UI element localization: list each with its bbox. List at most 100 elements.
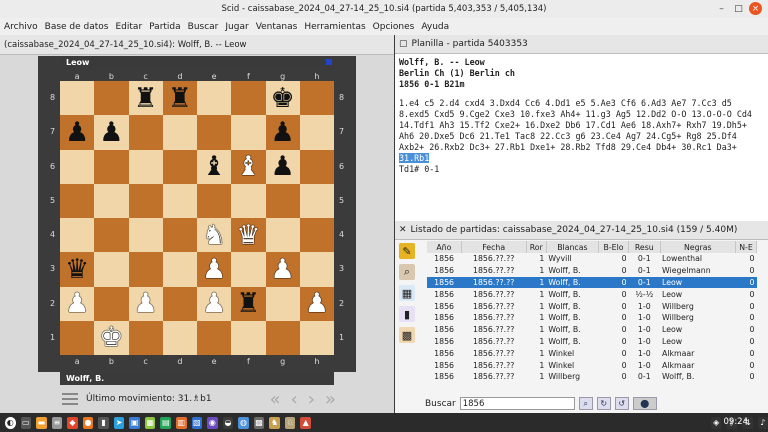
square-h7[interactable] (299, 115, 334, 150)
text-editor-icon[interactable]: ≡ (51, 416, 63, 429)
app-icon-purple[interactable]: ◉ (207, 416, 218, 429)
white-pawn-icon[interactable]: ♟ (202, 290, 226, 317)
square-a5[interactable] (60, 183, 95, 218)
table-row[interactable]: 1856 1856.??.?? 1 Wolff, B. 0 1-0 Leow 0 (427, 336, 757, 348)
square-b8[interactable] (94, 81, 129, 116)
pgn-moves-end[interactable]: Td1# 0-1 (399, 164, 439, 174)
square-g1[interactable] (265, 320, 300, 355)
white-pawn-icon[interactable]: ♟ (305, 290, 329, 317)
square-e1[interactable] (197, 320, 232, 355)
square-c5[interactable] (128, 183, 163, 218)
square-d7[interactable] (162, 115, 197, 150)
column-header[interactable]: B-Elo (598, 241, 630, 253)
column-header[interactable]: Blancas (546, 241, 599, 253)
app-icon-gray[interactable]: ▩ (253, 416, 265, 429)
start-menu-icon[interactable]: ◐ (5, 416, 16, 429)
square-c8[interactable]: ♜ (128, 81, 163, 116)
table-row[interactable]: 1856 1856.??.?? 1 Wolff, B. 0 0-1 Leow 0 (427, 276, 757, 289)
chess-board[interactable]: ♜ ♜ ♚ ♟ ♟ ♟ ♝ ♝ ♟ ♞ ♛ ♛ ♟ ♟ ♟ ♟ ♟ ♜ ♟ ♚ (60, 81, 334, 355)
firefox-icon[interactable]: ● (82, 416, 94, 429)
column-header[interactable]: Resu (628, 241, 661, 253)
square-f4[interactable]: ♛ (231, 218, 266, 253)
square-c3[interactable] (128, 252, 163, 287)
last-move-icon[interactable]: » (325, 389, 336, 410)
square-a1[interactable] (60, 320, 95, 355)
white-king-icon[interactable]: ♚ (99, 324, 123, 351)
menu-ventanas[interactable]: Ventanas (256, 22, 298, 32)
square-d5[interactable] (162, 183, 197, 218)
black-bishop-icon[interactable]: ♝ (202, 153, 226, 180)
volume-icon[interactable]: ♪ (757, 416, 768, 429)
square-a8[interactable] (60, 81, 95, 116)
column-header[interactable]: Ror (526, 241, 547, 253)
square-c1[interactable] (128, 320, 163, 355)
black-king-icon[interactable]: ♚ (271, 85, 295, 112)
table-row[interactable]: 1856 1856.??.?? 1 Wolff, B. 0 1-0 Willberg 0 (427, 312, 757, 324)
pgn-moves[interactable]: 1.e4 c5 2.d4 cxd4 3.Dxd4 Cc6 4.Dd1 e5 5.… (399, 98, 752, 152)
app-icon-green[interactable]: ▦ (144, 416, 156, 429)
white-pawn-icon[interactable]: ♟ (202, 256, 226, 283)
square-a4[interactable] (60, 218, 95, 253)
square-e5[interactable] (197, 183, 232, 218)
square-b5[interactable] (94, 183, 129, 218)
chess-app-icon[interactable]: ♘ (284, 416, 296, 429)
notebook-icon[interactable]: ✎ (399, 243, 415, 259)
scid-icon[interactable]: ♞ (269, 416, 280, 429)
pgn-current-move[interactable]: 31.Rb1 (399, 153, 430, 163)
column-header[interactable]: N-E (735, 241, 757, 253)
square-g3[interactable]: ♟ (265, 252, 300, 287)
square-h1[interactable] (299, 320, 334, 355)
menu-herramientas[interactable]: Herramientas (304, 22, 365, 32)
menu-base-de-datos[interactable]: Base de datos (45, 22, 109, 32)
square-g7[interactable]: ♟ (265, 115, 300, 150)
search-input[interactable]: 1856 (459, 397, 575, 410)
square-g5[interactable] (265, 183, 300, 218)
column-header[interactable]: Negras (660, 241, 737, 253)
square-f1[interactable] (231, 320, 266, 355)
square-d8[interactable]: ♜ (162, 81, 197, 116)
white-pawn-icon[interactable]: ♟ (271, 256, 295, 283)
clock[interactable]: 09:24 (724, 417, 749, 427)
square-h6[interactable] (299, 149, 334, 184)
menu-icon[interactable] (62, 393, 78, 405)
table-row[interactable]: 1856 1856.??.?? 1 Wolff, B. 0 0-1 Wiegelmann 0 (427, 265, 757, 277)
white-knight-icon[interactable]: ♞ (202, 222, 226, 249)
reset-icon[interactable]: ↺ (614, 397, 629, 410)
black-pawn-icon[interactable]: ♟ (99, 119, 123, 146)
menu-partida[interactable]: Partida (149, 22, 181, 32)
minimize-icon[interactable]: – (715, 2, 728, 15)
square-h8[interactable] (299, 81, 334, 116)
writer-icon[interactable]: ▧ (191, 416, 203, 429)
square-d4[interactable] (162, 218, 197, 253)
square-e3[interactable]: ♟ (197, 252, 232, 287)
square-b2[interactable] (94, 286, 129, 321)
menu-jugar[interactable]: Jugar (225, 22, 248, 32)
table-icon[interactable]: ▦ (399, 285, 415, 301)
app-icon-blue[interactable]: ▣ (129, 416, 140, 429)
square-e2[interactable]: ♟ (197, 286, 232, 321)
square-d6[interactable] (162, 149, 197, 184)
black-rook-icon[interactable]: ♜ (236, 290, 260, 317)
menu-archivo[interactable]: Archivo (4, 22, 38, 32)
files-icon[interactable]: ▬ (36, 416, 47, 429)
square-h5[interactable] (299, 183, 334, 218)
square-h2[interactable]: ♟ (299, 286, 334, 321)
first-move-icon[interactable]: « (270, 389, 281, 410)
search-tool-icon[interactable]: ⌕ (399, 264, 415, 280)
square-d2[interactable] (162, 286, 197, 321)
square-f5[interactable] (231, 183, 266, 218)
prev-move-icon[interactable]: ‹ (291, 389, 298, 410)
square-e6[interactable]: ♝ (197, 149, 232, 184)
square-f3[interactable] (231, 252, 266, 287)
square-b4[interactable] (94, 218, 129, 253)
square-c4[interactable] (128, 218, 163, 253)
white-queen-icon[interactable]: ♛ (236, 222, 260, 249)
app-icon-red[interactable]: ▲ (300, 416, 311, 429)
app-icon-dark[interactable]: ◒ (222, 416, 234, 429)
table-row[interactable]: 1856 1856.??.?? 1 Winkel 0 1-0 Alkmaar 0 (427, 359, 757, 371)
pgn-text[interactable]: Wolff, B. -- Leow Berlin Ch (1) Berlin c… (395, 54, 768, 242)
square-h3[interactable] (299, 252, 334, 287)
app-icon-globe[interactable]: ◍ (238, 416, 249, 429)
telegram-icon[interactable]: ➤ (113, 416, 125, 429)
next-move-icon[interactable]: › (308, 389, 315, 410)
